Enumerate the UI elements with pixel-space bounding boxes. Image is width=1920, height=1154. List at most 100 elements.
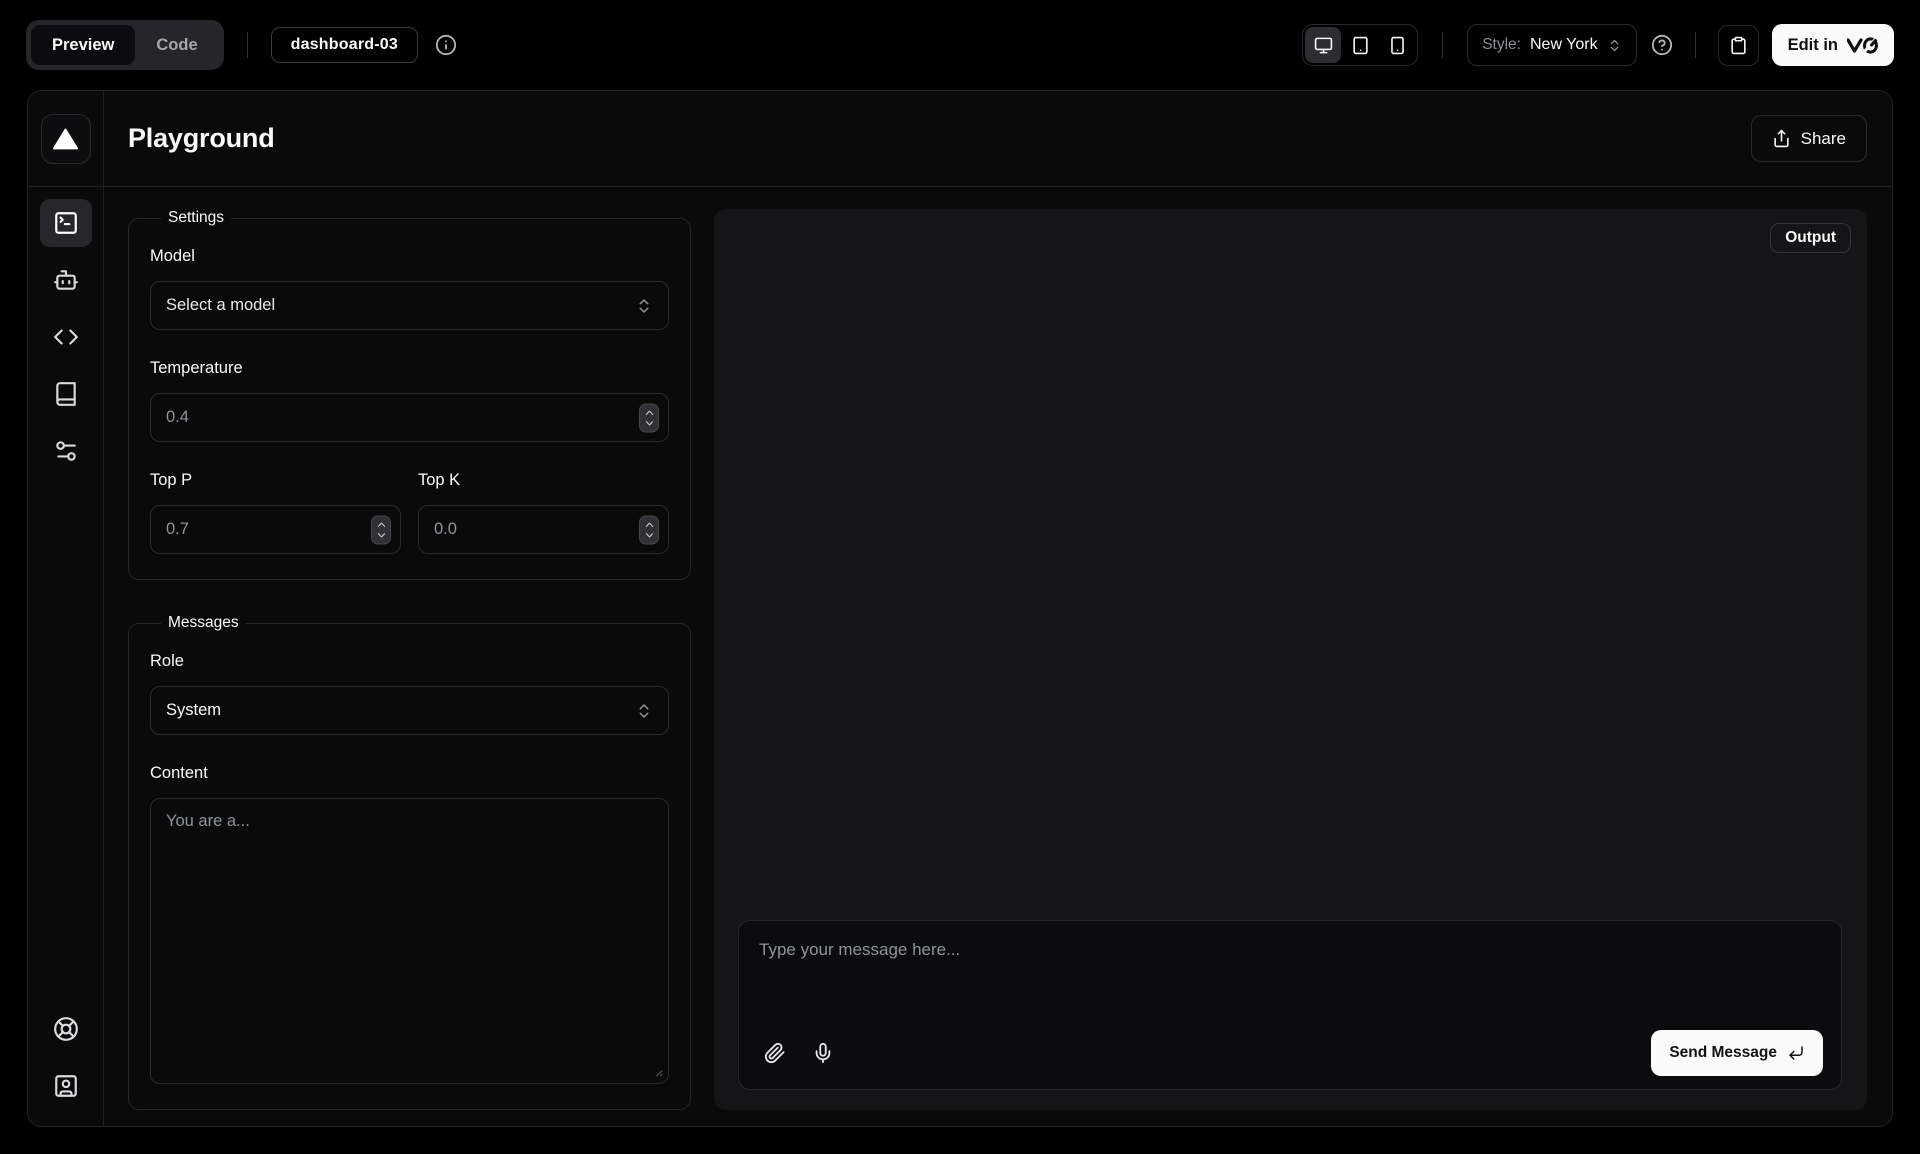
output-panel: Output Send Message [714, 209, 1867, 1110]
message-input[interactable] [757, 935, 1823, 1030]
top-k-field: Top K [418, 471, 669, 554]
role-field: Role System [150, 652, 669, 735]
stepper-arrows-icon [375, 519, 388, 540]
square-terminal-icon [53, 210, 79, 236]
chevrons-up-down-icon [635, 297, 653, 315]
role-select-value: System [166, 701, 221, 720]
content-label: Content [150, 764, 669, 783]
circle-help-icon [1651, 34, 1673, 56]
life-buoy-icon [53, 1016, 79, 1042]
messages-legend: Messages [161, 614, 246, 632]
share-button[interactable]: Share [1751, 115, 1867, 162]
nav-settings-button[interactable] [40, 427, 92, 475]
send-message-label: Send Message [1669, 1044, 1777, 1062]
settings-legend: Settings [161, 209, 231, 227]
nav-account-button[interactable] [40, 1062, 92, 1110]
top-p-top-k-row: Top P Top K [150, 471, 669, 554]
main-content: Settings Model Select a model Temperatur… [104, 187, 1892, 1126]
microphone-icon [812, 1042, 834, 1064]
temperature-field: Temperature [150, 359, 669, 442]
style-select[interactable]: Style: New York [1467, 24, 1636, 66]
configuration-form: Settings Model Select a model Temperatur… [128, 209, 691, 1110]
device-tablet-button[interactable] [1342, 27, 1378, 63]
clipboard-icon [1729, 36, 1748, 55]
top-k-label: Top K [418, 471, 669, 490]
content-textarea[interactable] [150, 798, 669, 1084]
sidebar-nav [28, 187, 104, 1126]
square-user-icon [53, 1073, 79, 1099]
nav-help-button[interactable] [40, 1005, 92, 1053]
number-stepper[interactable] [639, 515, 659, 544]
device-desktop-button[interactable] [1305, 27, 1341, 63]
style-select-label: Style: [1482, 36, 1521, 54]
monitor-icon [1314, 36, 1333, 55]
resize-grip-icon[interactable] [650, 1064, 664, 1078]
style-select-value: New York [1530, 36, 1598, 54]
attach-file-button[interactable] [757, 1035, 793, 1071]
number-stepper[interactable] [371, 515, 391, 544]
settings-fieldset: Settings Model Select a model Temperatur… [128, 209, 691, 580]
block-name-badge: dashboard-03 [271, 27, 418, 63]
role-label: Role [150, 652, 669, 671]
device-preview-toggle [1302, 24, 1418, 66]
model-label: Model [150, 247, 669, 266]
temperature-input[interactable] [150, 393, 669, 442]
nav-documentation-button[interactable] [40, 370, 92, 418]
home-logo-button[interactable] [41, 114, 91, 164]
top-p-label: Top P [150, 471, 401, 490]
toolbar-right: Style: New York Edit in [1302, 24, 1894, 66]
page-header: Playground Share [104, 91, 1892, 187]
number-stepper[interactable] [639, 403, 659, 432]
role-select[interactable]: System [150, 686, 669, 735]
microphone-button[interactable] [805, 1035, 841, 1071]
divider [247, 32, 248, 58]
content-field: Content [150, 764, 669, 1084]
smartphone-icon [1388, 36, 1407, 55]
edit-in-v0-label: Edit in [1788, 36, 1838, 55]
share-icon [1772, 129, 1791, 148]
settings-sliders-icon [53, 438, 79, 464]
vercel-triangle-icon [53, 128, 78, 150]
model-select[interactable]: Select a model [150, 281, 669, 330]
app-window: Playground Share [27, 90, 1893, 1127]
v0-logo-icon [1847, 37, 1878, 54]
corner-down-left-icon [1787, 1044, 1805, 1062]
chevrons-up-down-icon [1607, 38, 1622, 53]
toolbar-left: Preview Code dashboard-03 [26, 20, 457, 70]
divider [1442, 32, 1443, 58]
book-icon [53, 381, 79, 407]
device-phone-button[interactable] [1379, 27, 1415, 63]
output-badge: Output [1770, 223, 1851, 253]
edit-in-v0-button[interactable]: Edit in [1772, 24, 1894, 66]
nav-api-button[interactable] [40, 313, 92, 361]
top-k-input[interactable] [418, 505, 669, 554]
temperature-label: Temperature [150, 359, 669, 378]
tab-code[interactable]: Code [135, 25, 218, 65]
page-title: Playground [128, 123, 1751, 154]
bot-icon [53, 267, 79, 293]
send-message-button[interactable]: Send Message [1651, 1030, 1823, 1076]
top-toolbar: Preview Code dashboard-03 [0, 0, 1920, 90]
info-icon[interactable] [435, 34, 457, 56]
nav-playground-button[interactable] [40, 199, 92, 247]
tablet-icon [1351, 36, 1370, 55]
view-mode-toggle: Preview Code [26, 20, 224, 70]
model-select-value: Select a model [166, 296, 275, 315]
nav-models-button[interactable] [40, 256, 92, 304]
sidebar-logo-area [28, 91, 104, 187]
messages-fieldset: Messages Role System Content [128, 614, 691, 1110]
top-p-input[interactable] [150, 505, 401, 554]
code-icon [53, 324, 79, 350]
tab-preview[interactable]: Preview [31, 25, 135, 65]
chevrons-up-down-icon [635, 702, 653, 720]
top-p-field: Top P [150, 471, 401, 554]
help-icon[interactable] [1651, 34, 1673, 56]
composer-toolbar: Send Message [757, 1030, 1823, 1076]
message-composer: Send Message [738, 920, 1842, 1090]
divider [1695, 32, 1696, 58]
share-button-label: Share [1801, 129, 1846, 149]
info-circle-icon [435, 34, 457, 56]
model-field: Model Select a model [150, 247, 669, 330]
copy-code-button[interactable] [1718, 25, 1759, 66]
stepper-arrows-icon [643, 519, 656, 540]
